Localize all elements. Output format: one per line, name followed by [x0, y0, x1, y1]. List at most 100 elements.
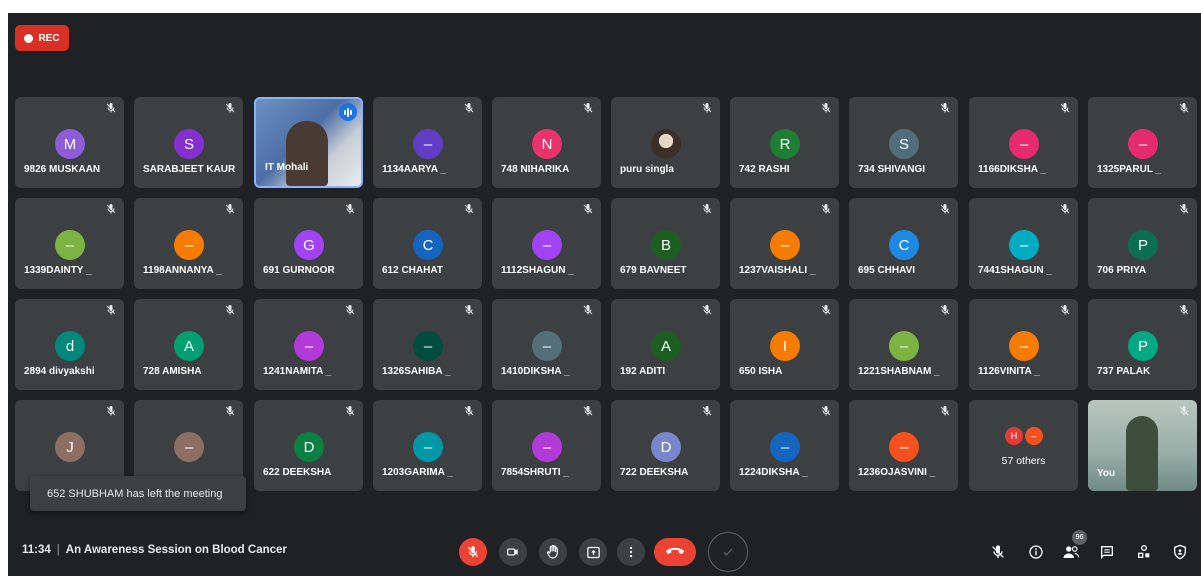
more-options-button[interactable] — [617, 538, 645, 566]
mic-off-icon — [581, 101, 595, 115]
meeting-info-button[interactable] — [1025, 541, 1047, 563]
chat-icon — [1101, 546, 1113, 559]
participant-tile[interactable]: You — [1088, 400, 1197, 491]
participant-tile[interactable]: d 2894 divyakshi — [15, 299, 124, 390]
participant-name: 1166DIKSHA _ — [978, 164, 1046, 175]
mic-off-icon — [343, 404, 357, 418]
participant-tile[interactable]: M 9826 MUSKAAN — [15, 97, 124, 188]
mic-off-icon — [938, 404, 952, 418]
participant-tile[interactable]: – 1134AARYA _ — [373, 97, 482, 188]
avatar: B — [651, 230, 681, 260]
mic-off-icon — [223, 101, 237, 115]
mic-off-icon — [223, 404, 237, 418]
mic-off-icon — [700, 303, 714, 317]
avatar: – — [770, 230, 800, 260]
participant-tile[interactable]: G 691 GURNOOR — [254, 198, 363, 289]
participant-tile[interactable]: A 192 ADITI — [611, 299, 720, 390]
participant-name: puru singla — [620, 164, 674, 175]
recording-badge[interactable]: REC — [15, 25, 69, 51]
participant-tile[interactable]: S 734 SHIVANGI — [849, 97, 958, 188]
participant-tile[interactable]: – 1112SHAGUN _ — [492, 198, 601, 289]
mic-off-icon — [819, 202, 833, 216]
participant-name: 742 RASHI — [739, 164, 790, 175]
mic-off-icon — [819, 404, 833, 418]
participant-tile[interactable]: – 1198ANNANYA _ — [134, 198, 243, 289]
participant-name: 1126VINITA _ — [978, 366, 1040, 377]
participant-tile[interactable]: R 742 RASHI — [730, 97, 839, 188]
participant-tile[interactable]: – 1237VAISHALI _ — [730, 198, 839, 289]
avatar: M — [55, 129, 85, 159]
participant-tile[interactable]: P 706 PRIYA — [1088, 198, 1197, 289]
avatar: S — [889, 129, 919, 159]
participant-name: 7441SHAGUN _ — [978, 265, 1052, 276]
avatar: – — [413, 432, 443, 462]
self-video-feed — [1126, 416, 1158, 491]
participant-tile[interactable]: – 1326SAHIBA _ — [373, 299, 482, 390]
camera-toggle-button[interactable] — [499, 538, 527, 566]
others-avatar: – — [1025, 427, 1043, 445]
mic-toggle-button[interactable] — [459, 538, 487, 566]
participant-tile[interactable]: – 1126VINITA _ — [969, 299, 1078, 390]
mic-off-icon — [104, 303, 118, 317]
participant-tile[interactable]: puru singla — [611, 97, 720, 188]
avatar: – — [1009, 331, 1039, 361]
participant-tile[interactable]: – 1166DIKSHA _ — [969, 97, 1078, 188]
avatar: – — [174, 230, 204, 260]
participant-tile[interactable]: I 650 ISHA — [730, 299, 839, 390]
mute-all-button[interactable] — [987, 541, 1009, 563]
participant-tile[interactable]: – 1203GARIMA _ — [373, 400, 482, 491]
avatar: R — [770, 129, 800, 159]
avatar: – — [55, 230, 85, 260]
participant-name: 734 SHIVANGI — [858, 164, 926, 175]
mic-off-icon — [819, 101, 833, 115]
avatar: – — [413, 331, 443, 361]
participant-tile[interactable]: – 1325PARUL _ — [1088, 97, 1197, 188]
participant-tile[interactable]: N 748 NIHARIKA — [492, 97, 601, 188]
host-controls-shield-button[interactable] — [1169, 541, 1191, 563]
participant-tile[interactable]: IT Mohali — [254, 97, 363, 188]
chat-button[interactable] — [1096, 541, 1118, 563]
participant-tile[interactable]: H – 57 others — [969, 400, 1078, 491]
participant-tile[interactable]: – 1221SHABNAM _ — [849, 299, 958, 390]
participant-name: 1224DIKSHA _ — [739, 467, 808, 478]
participant-tile[interactable]: C 612 CHAHAT — [373, 198, 482, 289]
participant-tile[interactable]: – 1339DAINTY _ — [15, 198, 124, 289]
avatar: I — [770, 331, 800, 361]
participant-tile[interactable]: D 722 DEEKSHA — [611, 400, 720, 491]
participant-tile[interactable]: A 728 AMISHA — [134, 299, 243, 390]
avatar: C — [889, 230, 919, 260]
participant-left-toast: 652 SHUBHAM has left the meeting — [30, 476, 246, 511]
participant-tile[interactable]: D 622 DEEKSHA — [254, 400, 363, 491]
mic-off-icon — [1177, 404, 1191, 418]
participant-tile[interactable]: – 7441SHAGUN _ — [969, 198, 1078, 289]
participant-tile[interactable]: – 1236OJASVINI _ — [849, 400, 958, 491]
camera-icon — [507, 548, 518, 556]
people-icon — [1063, 546, 1080, 558]
participant-tile[interactable]: – 7854SHRUTI _ — [492, 400, 601, 491]
leave-call-button[interactable] — [654, 538, 696, 566]
more-options-icon — [629, 546, 633, 558]
participant-tile[interactable]: P 737 PALAK — [1088, 299, 1197, 390]
participant-tile[interactable]: – 1241NAMITA _ — [254, 299, 363, 390]
present-button[interactable] — [579, 538, 607, 566]
participant-tile[interactable]: B 679 BAVNEET — [611, 198, 720, 289]
participant-name: 728 AMISHA — [143, 366, 202, 377]
meeting-stage: REC M 9826 MUSKAAN S SARABJEET KAUR IT Mohal… — [8, 13, 1201, 576]
participant-tile[interactable]: S SARABJEET KAUR — [134, 97, 243, 188]
meeting-title: An Awareness Session on Blood Cancer — [65, 544, 287, 556]
avatar: – — [532, 331, 562, 361]
mic-off-icon — [581, 202, 595, 216]
participant-tile[interactable]: – 1224DIKSHA _ — [730, 400, 839, 491]
mic-off-icon — [700, 202, 714, 216]
participant-tile[interactable]: – 1410DIKSHA _ — [492, 299, 601, 390]
host-controls-button[interactable] — [708, 532, 748, 572]
participant-name: 2894 divyakshi — [24, 366, 95, 377]
activities-button[interactable] — [1133, 541, 1155, 563]
participant-tile[interactable]: C 695 CHHAVI — [849, 198, 958, 289]
participant-name: 1339DAINTY _ — [24, 265, 92, 276]
recording-label: REC — [38, 32, 60, 44]
check-icon — [723, 548, 733, 556]
meeting-details[interactable]: 11:34 | An Awareness Session on Blood Ca… — [22, 544, 287, 556]
mic-off-icon — [1058, 303, 1072, 317]
raise-hand-button[interactable] — [539, 538, 567, 566]
